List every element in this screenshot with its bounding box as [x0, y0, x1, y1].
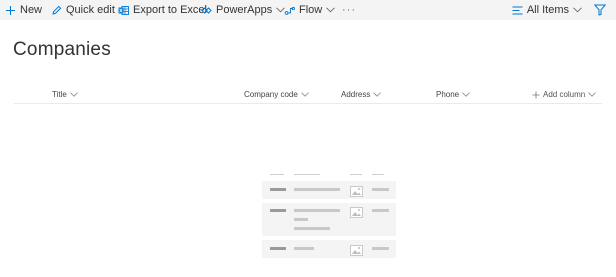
chevron-down-icon	[373, 92, 382, 97]
image-icon	[350, 243, 363, 261]
skeleton-row	[262, 181, 396, 199]
plus-icon	[532, 91, 540, 99]
page-title: Companies	[13, 39, 111, 60]
new-button[interactable]: New	[5, 0, 42, 20]
add-column-button[interactable]: Add column	[532, 86, 597, 103]
chevron-down-icon	[70, 92, 78, 97]
empty-list-illustration	[262, 170, 396, 260]
column-header-title[interactable]: Title	[52, 86, 78, 103]
chevron-down-icon	[462, 92, 470, 97]
skeleton-bar	[294, 174, 320, 175]
powerapps-icon	[201, 5, 212, 16]
skeleton-bar	[294, 209, 340, 212]
chevron-down-icon	[573, 7, 582, 13]
ellipsis-icon: ···	[342, 4, 356, 16]
column-company-code-label: Company code	[244, 90, 298, 99]
column-header-company-code[interactable]: Company code	[244, 86, 309, 103]
chevron-down-icon	[326, 7, 336, 13]
skeleton-row	[262, 203, 396, 236]
chevron-down-icon	[588, 92, 597, 97]
skeleton-bar	[294, 247, 314, 250]
skeleton-bar	[372, 247, 389, 250]
more-commands-button[interactable]: ···	[342, 0, 356, 20]
flow-menu[interactable]: Flow	[284, 0, 336, 20]
skeleton-bar	[372, 209, 389, 212]
list-column-header: Title Company code Address Phone Add col…	[14, 86, 602, 104]
powerapps-menu[interactable]: PowerApps	[201, 0, 286, 20]
export-label: Export to Excel	[133, 4, 207, 16]
quick-edit-button[interactable]: Quick edit	[51, 0, 115, 20]
flow-label: Flow	[299, 4, 323, 16]
skeleton-bar	[270, 209, 286, 212]
flow-icon	[284, 5, 295, 16]
column-address-label: Address	[341, 90, 371, 99]
skeleton-bar	[270, 247, 286, 250]
skeleton-bar	[294, 188, 340, 191]
excel-icon	[118, 5, 129, 16]
skeleton-bar	[350, 174, 362, 175]
image-icon	[350, 184, 363, 202]
add-column-label: Add column	[543, 90, 586, 99]
pencil-icon	[51, 5, 62, 16]
column-header-address[interactable]: Address	[341, 86, 382, 103]
column-header-phone[interactable]: Phone	[436, 86, 470, 103]
plus-icon	[5, 5, 16, 16]
skeleton-bar	[270, 174, 284, 175]
column-title-label: Title	[52, 90, 67, 99]
skeleton-row	[262, 240, 396, 258]
image-icon	[350, 205, 363, 223]
column-phone-label: Phone	[436, 90, 460, 99]
view-label: All Items	[526, 4, 569, 16]
funnel-icon	[594, 4, 606, 16]
filter-button[interactable]	[594, 0, 606, 20]
skeleton-bar	[372, 174, 384, 175]
new-label: New	[20, 4, 43, 16]
view-selector[interactable]: All Items	[512, 0, 582, 20]
chevron-down-icon	[301, 92, 309, 97]
skeleton-bar	[294, 227, 330, 230]
export-to-excel-button[interactable]: Export to Excel	[118, 0, 207, 20]
command-bar: New Quick edit Export to Excel PowerApps	[0, 0, 616, 20]
view-lines-icon	[512, 6, 523, 15]
powerapps-label: PowerApps	[216, 4, 273, 16]
skeleton-bar	[270, 188, 286, 191]
skeleton-bar	[372, 188, 389, 191]
quick-edit-label: Quick edit	[66, 4, 115, 16]
skeleton-bar	[294, 218, 308, 221]
